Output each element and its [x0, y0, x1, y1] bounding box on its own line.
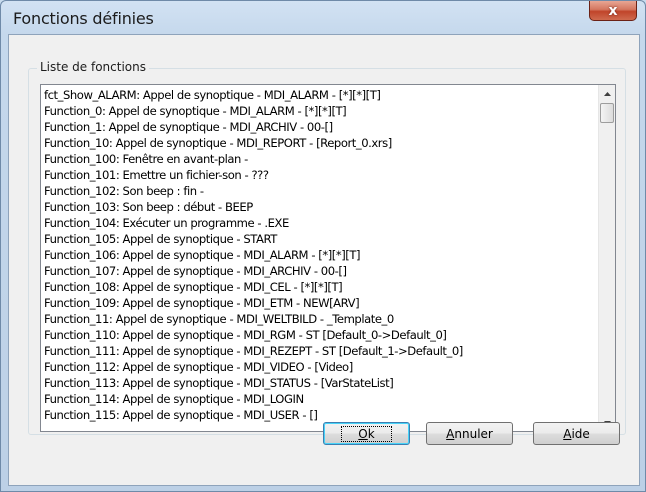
function-list-item[interactable]: Function_109: Appel de synoptique - MDI_…	[44, 295, 600, 311]
help-label: Aide	[563, 427, 590, 441]
function-list-item[interactable]: Function_112: Appel de synoptique - MDI_…	[44, 359, 600, 375]
group-label: Liste de fonctions	[37, 60, 149, 74]
title-bar[interactable]: Fonctions définies x	[1, 1, 645, 35]
function-list-item[interactable]: Function_114: Appel de synoptique - MDI_…	[44, 391, 600, 407]
function-list-item[interactable]: Function_110: Appel de synoptique - MDI_…	[44, 327, 600, 343]
function-list-item[interactable]: Function_113: Appel de synoptique - MDI_…	[44, 375, 600, 391]
function-list-item[interactable]: Function_0: Appel de synoptique - MDI_AL…	[44, 103, 600, 119]
scroll-thumb[interactable]	[600, 103, 614, 123]
ok-button-focus: Ok	[341, 425, 392, 442]
function-list-item[interactable]: Function_100: Fenêtre en avant-plan -	[44, 151, 600, 167]
cancel-label-rest: nnuler	[454, 426, 493, 441]
function-list-item[interactable]: Function_101: Emettre un fichier-son - ?…	[44, 167, 600, 183]
cancel-button[interactable]: Annuler	[426, 422, 513, 445]
function-list-item[interactable]: Function_108: Appel de synoptique - MDI_…	[44, 279, 600, 295]
function-list-item[interactable]: Function_111: Appel de synoptique - MDI_…	[44, 343, 600, 359]
close-button[interactable]: x	[589, 1, 637, 21]
function-list-item[interactable]: Function_103: Son beep : début - BEEP	[44, 199, 600, 215]
function-list-item[interactable]: Function_115: Appel de synoptique - MDI_…	[44, 407, 600, 423]
function-list-item[interactable]: Function_10: Appel de synoptique - MDI_R…	[44, 135, 600, 151]
help-label-rest: ide	[571, 426, 590, 441]
vertical-scrollbar[interactable]	[598, 85, 615, 431]
close-icon: x	[608, 2, 618, 19]
triangle-up-icon	[603, 91, 611, 96]
ok-button[interactable]: Ok	[323, 422, 410, 445]
cancel-label: Annuler	[446, 427, 493, 441]
ok-label-rest: k	[367, 426, 375, 441]
help-button[interactable]: Aide	[533, 422, 620, 445]
ok-mnemonic: O	[358, 426, 368, 441]
function-list-group: Liste de fonctions fct_Show_ALARM: Appel…	[28, 60, 626, 435]
function-list-item[interactable]: Function_11: Appel de synoptique - MDI_W…	[44, 311, 600, 327]
function-list-item[interactable]: Function_106: Appel de synoptique - MDI_…	[44, 247, 600, 263]
function-list-item[interactable]: fct_Show_ALARM: Appel de synoptique - MD…	[44, 87, 600, 103]
scroll-up-button[interactable]	[599, 85, 615, 102]
function-list-item[interactable]: Function_1: Appel de synoptique - MDI_AR…	[44, 119, 600, 135]
dialog-window: Fonctions définies x Liste de fonctions …	[0, 0, 646, 492]
function-list-item[interactable]: Function_104: Exécuter un programme - .E…	[44, 215, 600, 231]
function-list-items: fct_Show_ALARM: Appel de synoptique - MD…	[41, 87, 600, 423]
window-title: Fonctions définies	[13, 9, 154, 28]
function-list-item[interactable]: Function_102: Son beep : fin -	[44, 183, 600, 199]
function-listbox[interactable]: fct_Show_ALARM: Appel de synoptique - MD…	[40, 84, 616, 432]
dialog-client-area: Liste de fonctions fct_Show_ALARM: Appel…	[8, 34, 640, 486]
function-list-item[interactable]: Function_107: Appel de synoptique - MDI_…	[44, 263, 600, 279]
function-list-item[interactable]: Function_105: Appel de synoptique - STAR…	[44, 231, 600, 247]
